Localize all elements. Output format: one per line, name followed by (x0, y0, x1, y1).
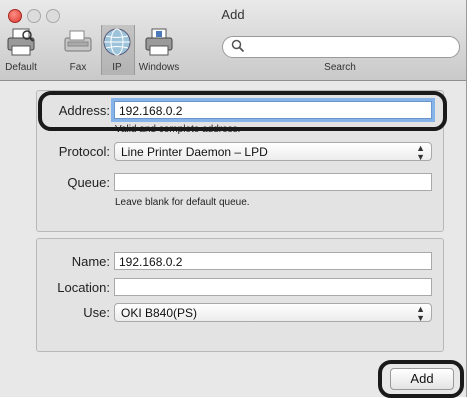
toolbar-default-label: Default (5, 62, 37, 73)
windows-printer-icon (145, 28, 173, 56)
globe-icon (103, 28, 131, 56)
name-label: Name: (71, 254, 110, 269)
use-popup[interactable]: OKI B840(PS) ▲ ▼ (114, 303, 432, 323)
use-label: Use: (83, 305, 110, 320)
popup-arrows-icon: ▲ ▼ (416, 304, 425, 323)
add-printer-window: Add Default Fax IP Windows Search Addres… (0, 0, 467, 397)
toolbar-windows-label: Windows (138, 62, 180, 73)
search-label: Search (324, 62, 356, 73)
printer-icon (7, 28, 35, 56)
toolbar-fax-label: Fax (69, 62, 87, 73)
name-input[interactable]: 192.168.0.2 (114, 252, 432, 270)
toolbar-ip-button[interactable]: IP (101, 26, 133, 74)
window-title: Add (221, 7, 245, 22)
location-input[interactable] (114, 278, 432, 296)
queue-label: Queue: (67, 175, 110, 190)
toolbar: Add Default Fax IP Windows Search (0, 0, 466, 81)
toolbar-ip-label: IP (112, 62, 122, 73)
queue-hint: Leave blank for default queue. (115, 197, 250, 208)
add-button-highlight-oval (378, 360, 464, 398)
address-highlight-oval (38, 91, 447, 131)
toolbar-default-button[interactable]: Default (4, 26, 38, 74)
popup-arrows-icon: ▲ ▼ (416, 143, 425, 162)
protocol-label: Protocol: (58, 144, 110, 159)
toolbar-windows-button[interactable]: Windows (136, 26, 182, 74)
protocol-popup[interactable]: Line Printer Daemon – LPD ▲ ▼ (114, 142, 432, 162)
toolbar-fax-button[interactable]: Fax (62, 26, 94, 74)
use-value: OKI B840(PS) (121, 306, 198, 320)
queue-input[interactable] (114, 173, 432, 191)
search-field[interactable] (222, 36, 460, 58)
magnifier-icon (231, 39, 245, 53)
fax-icon (64, 30, 92, 52)
location-label: Location: (57, 280, 110, 295)
protocol-value: Line Printer Daemon – LPD (121, 145, 268, 159)
